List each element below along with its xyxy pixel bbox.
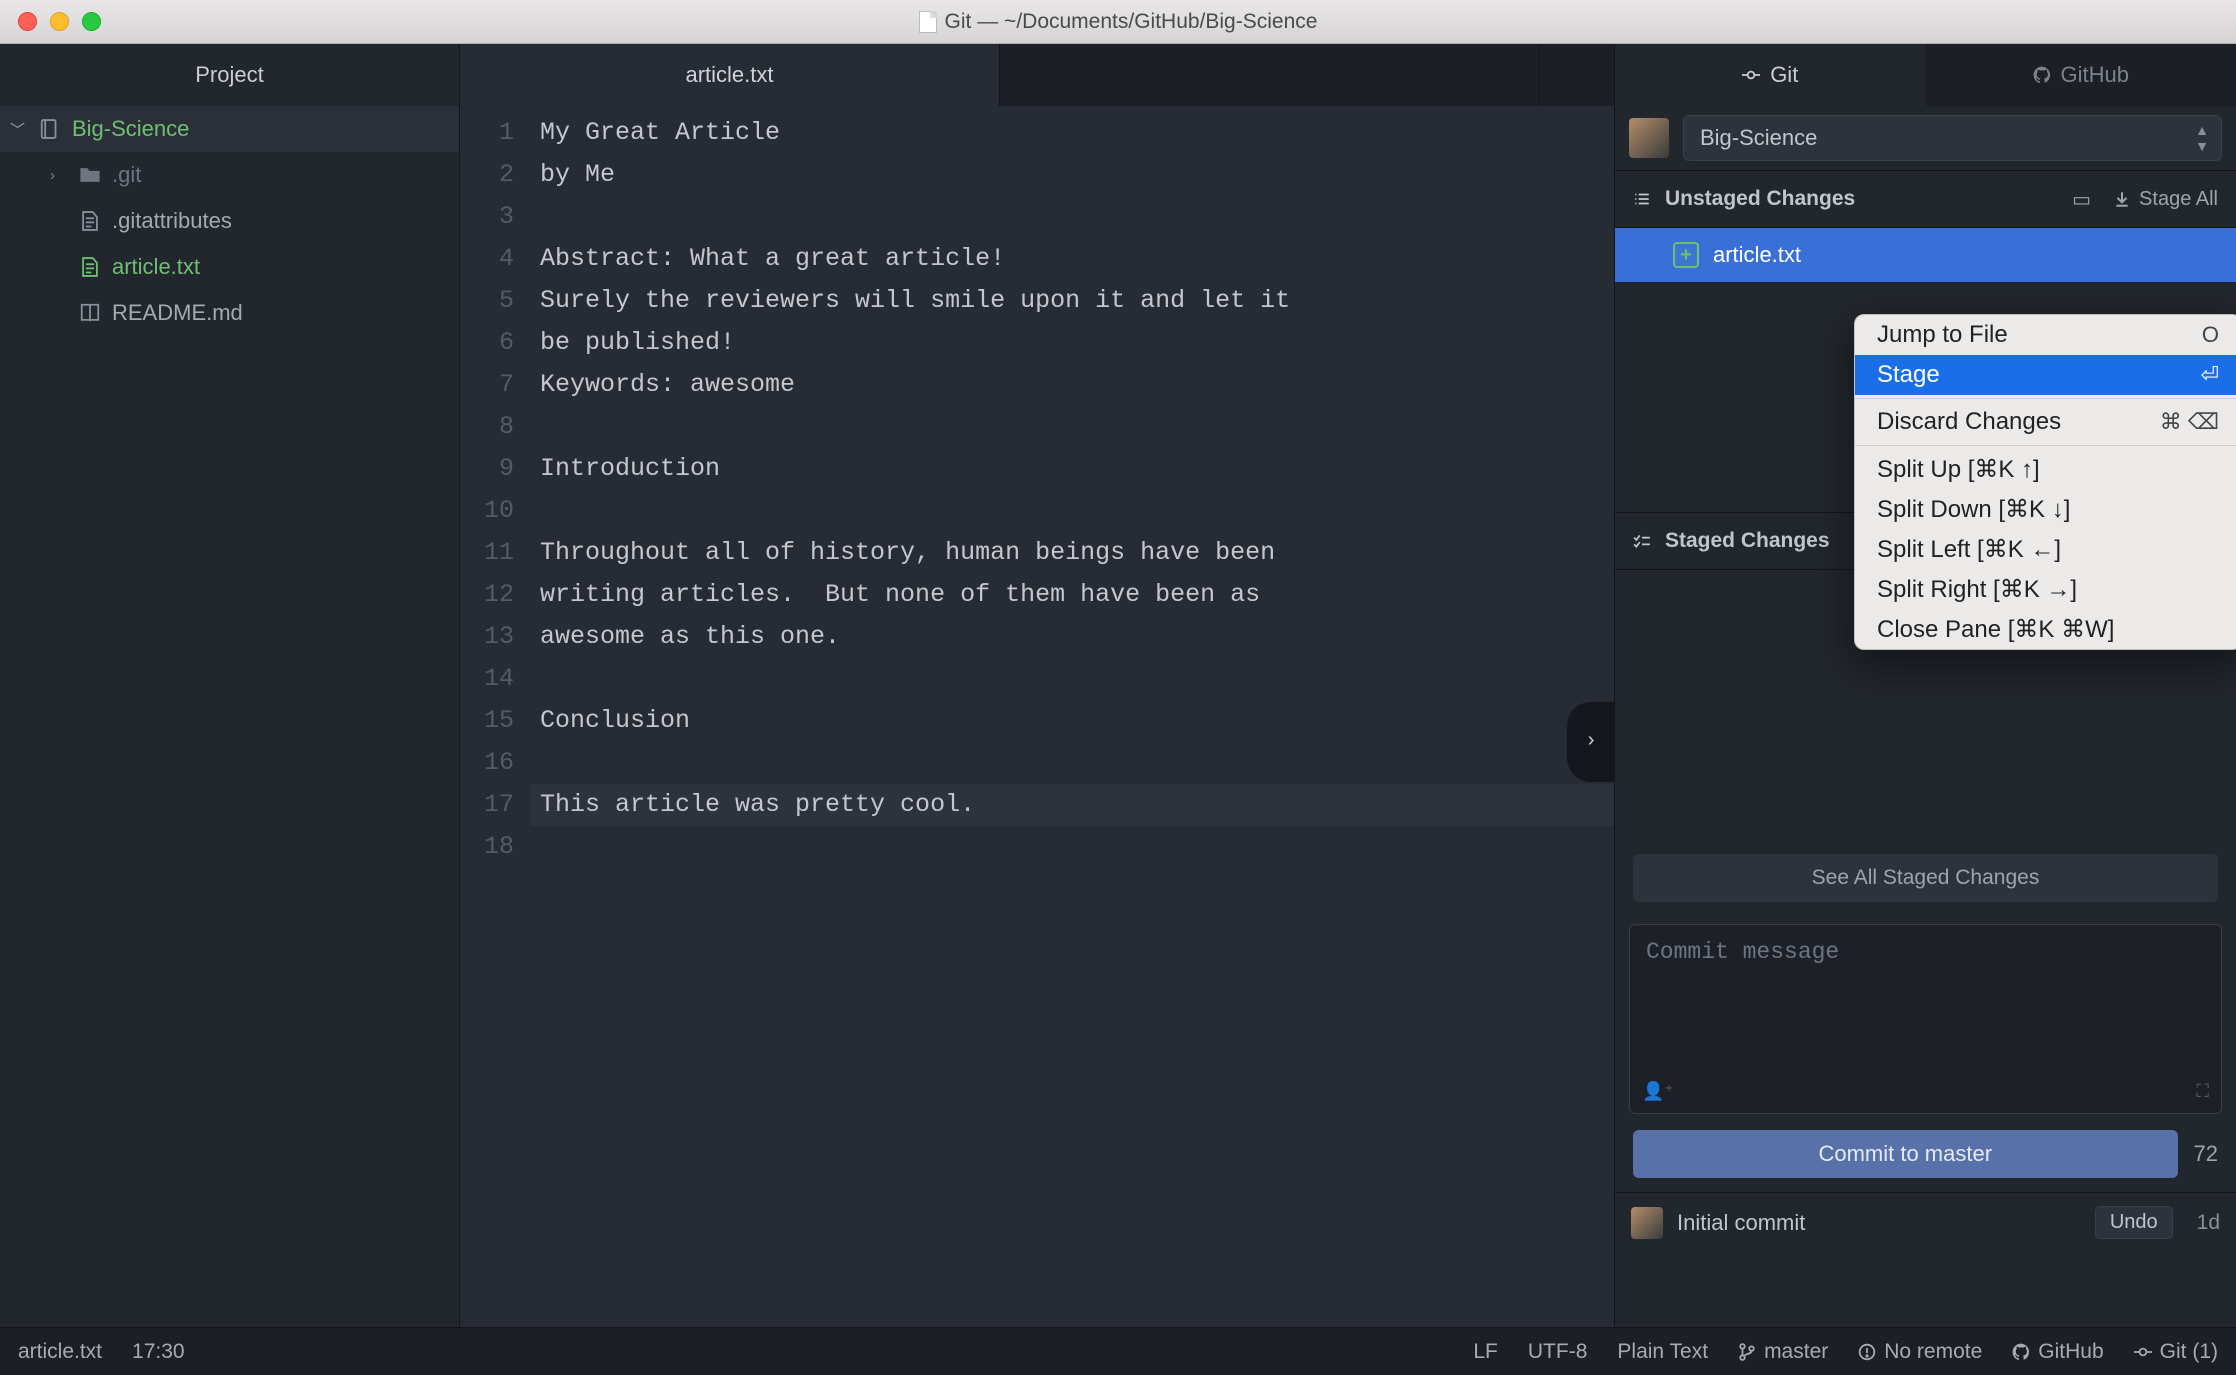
tree-item-label: article.txt (112, 254, 200, 280)
repo-icon (38, 118, 62, 140)
undo-button[interactable]: Undo (2095, 1206, 2173, 1239)
tab-article[interactable]: article.txt (460, 44, 1000, 106)
tree-root-label: Big-Science (72, 116, 189, 142)
status-branch[interactable]: master (1738, 1340, 1828, 1364)
select-arrows-icon: ▲▼ (2195, 122, 2205, 154)
line-gutter: 123456789101112131415161718 (460, 106, 530, 1327)
status-line-ending[interactable]: LF (1473, 1340, 1498, 1364)
context-menu-item[interactable]: Split Right [⌘K →] (1855, 569, 2236, 609)
see-all-staged-button[interactable]: See All Staged Changes (1633, 854, 2218, 902)
context-menu-item[interactable]: Split Left [⌘K ←] (1855, 529, 2236, 569)
file-name: article.txt (1713, 242, 1801, 268)
tab-github[interactable]: GitHub (1926, 44, 2236, 106)
stage-all-button[interactable]: Stage All (2113, 188, 2218, 211)
tab-label: Git (1770, 62, 1798, 88)
stage-all-label: Stage All (2139, 188, 2218, 211)
tree-item-label: README.md (112, 300, 243, 326)
context-menu-item[interactable]: Stage⏎ (1855, 355, 2236, 395)
folder-icon (78, 164, 102, 186)
tab-bar: article.txt (460, 44, 1614, 106)
tree-item-label: .gitattributes (112, 208, 232, 234)
chevron-down-icon: ﹀ (10, 119, 28, 140)
tree-item-label: .git (112, 162, 141, 188)
github-icon (2033, 66, 2051, 84)
context-menu: Jump to FileOStage⏎ Discard Changes⌘ ⌫ Spl… (1854, 314, 2236, 650)
tree-item-gitattributes[interactable]: .gitattributes (0, 198, 459, 244)
alert-icon (1858, 1343, 1876, 1361)
status-file[interactable]: article.txt (18, 1340, 102, 1364)
tab-label: GitHub (2061, 62, 2129, 88)
window-title-text: Git — ~/Documents/GitHub/Big-Science (945, 10, 1318, 34)
commit-message-input[interactable]: Commit message 👤⁺ ⛶ (1629, 924, 2222, 1114)
tree-item-readme[interactable]: README.md (0, 290, 459, 336)
context-menu-item[interactable]: Split Up [⌘K ↑] (1855, 449, 2236, 489)
editor-body[interactable]: 123456789101112131415161718 My Great Art… (460, 106, 1614, 1327)
file-tree: ﹀ Big-Science › .git .gitattributes (0, 106, 459, 336)
repo-name: Big-Science (1700, 125, 1817, 151)
dock-toggle-button[interactable]: › (1567, 702, 1615, 782)
status-bar: article.txt 17:30 LF UTF-8 Plain Text ma… (0, 1327, 2236, 1375)
checklist-icon (1633, 532, 1651, 550)
status-remote[interactable]: No remote (1858, 1340, 1982, 1364)
window-title: Git — ~/Documents/GitHub/Big-Science (0, 10, 2236, 34)
avatar (1631, 1207, 1663, 1239)
project-sidebar: Project ﹀ Big-Science › .git (0, 44, 460, 1327)
git-commit-icon (2134, 1343, 2152, 1361)
commit-button[interactable]: Commit to master (1633, 1130, 2178, 1178)
chevron-right-icon: › (1585, 721, 1597, 763)
tree-item-article[interactable]: article.txt (0, 244, 459, 290)
status-grammar[interactable]: Plain Text (1617, 1340, 1708, 1364)
context-menu-item[interactable]: Close Pane [⌘K ⌘W] (1855, 609, 2236, 649)
last-commit-message: Initial commit (1677, 1210, 1805, 1236)
commit-placeholder: Commit message (1646, 939, 1839, 965)
repo-select[interactable]: Big-Science ▲▼ (1683, 115, 2222, 161)
commit-row: Commit to master 72 (1615, 1122, 2236, 1192)
commit-button-label: Commit to master (1818, 1141, 1992, 1167)
book-icon (78, 302, 102, 324)
window-titlebar: Git — ~/Documents/GitHub/Big-Science (0, 0, 2236, 44)
staged-title: Staged Changes (1665, 529, 1830, 553)
context-menu-item[interactable]: Split Down [⌘K ↓] (1855, 489, 2236, 529)
github-icon (2012, 1343, 2030, 1361)
code-content[interactable]: My Great Articleby MeAbstract: What a gr… (530, 106, 1614, 1327)
file-icon (78, 256, 102, 278)
sidebar-header: Project (0, 44, 459, 106)
file-icon (78, 210, 102, 232)
collapse-icon[interactable]: ▭ (2072, 187, 2091, 212)
tab-git[interactable]: Git (1615, 44, 1926, 106)
status-encoding[interactable]: UTF-8 (1528, 1340, 1588, 1364)
git-panel: Git GitHub Big-Science ▲▼ Unstaged Chang… (1614, 44, 2236, 1327)
repo-row: Big-Science ▲▼ (1615, 106, 2236, 170)
editor-area: article.txt 123456789101112131415161718 … (460, 44, 1614, 1327)
status-git[interactable]: Git (1) (2134, 1340, 2218, 1364)
tree-root[interactable]: ﹀ Big-Science (0, 106, 459, 152)
last-commit-row[interactable]: Initial commit Undo 1d (1615, 1192, 2236, 1252)
unstaged-title: Unstaged Changes (1665, 187, 1855, 211)
context-menu-item[interactable]: Jump to FileO (1855, 315, 2236, 355)
commit-char-count: 72 (2194, 1141, 2218, 1167)
status-cursor[interactable]: 17:30 (132, 1340, 185, 1364)
download-icon (2113, 190, 2131, 208)
tab-empty[interactable] (1000, 44, 1540, 106)
tab-label: article.txt (685, 62, 773, 88)
file-icon (919, 11, 937, 33)
branch-icon (1738, 1343, 1756, 1361)
add-coauthor-icon[interactable]: 👤⁺ (1642, 1081, 1674, 1103)
see-all-label: See All Staged Changes (1812, 866, 2040, 890)
list-icon (1633, 190, 1651, 208)
status-github[interactable]: GitHub (2012, 1340, 2103, 1364)
context-menu-item[interactable]: Discard Changes⌘ ⌫ (1855, 402, 2236, 442)
chevron-right-icon: › (50, 167, 68, 184)
added-status-icon: + (1673, 242, 1699, 268)
unstaged-header: Unstaged Changes ▭ Stage All (1615, 170, 2236, 228)
avatar[interactable] (1629, 118, 1669, 158)
unstaged-file-row[interactable]: + article.txt (1615, 228, 2236, 282)
unstaged-file-list: + article.txt (1615, 228, 2236, 282)
git-commit-icon (1742, 66, 1760, 84)
tree-item-git[interactable]: › .git (0, 152, 459, 198)
time-ago: 1d (2197, 1211, 2220, 1235)
expand-icon[interactable]: ⛶ (2196, 1082, 2209, 1103)
git-panel-tabs: Git GitHub (1615, 44, 2236, 106)
